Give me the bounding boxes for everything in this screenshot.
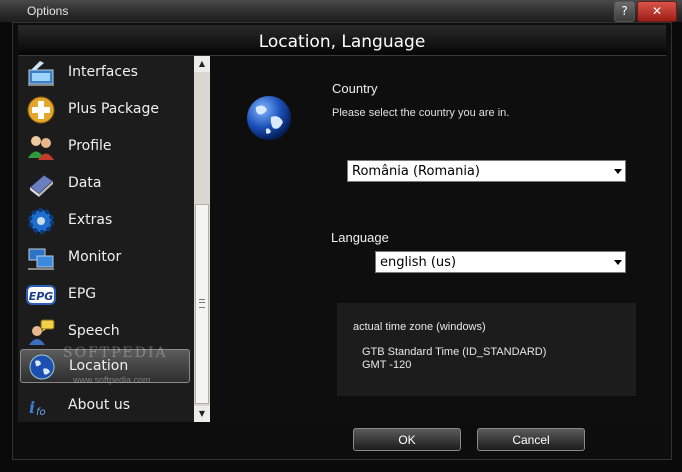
profile-icon [28,136,54,160]
chevron-down-icon [614,260,622,265]
sidebar-item-label: EPG [68,286,97,302]
info-icon: i fo [29,398,46,418]
svg-text:i: i [29,398,35,417]
sidebar-item-speech[interactable]: Speech [20,315,188,349]
sidebar-item-profile[interactable]: Profile [20,130,188,164]
sidebar-item-label: Monitor [68,249,122,265]
interfaces-icon [28,61,54,86]
epg-icon: EPG [26,285,56,305]
chevron-down-icon [614,169,622,174]
watermark-url: www.softpedia.com [73,375,151,385]
sidebar-item-epg[interactable]: EPG EPG [20,278,188,312]
country-select[interactable]: România (Romania) [347,160,626,182]
globe-icon [247,96,291,140]
language-label: Language [331,230,389,245]
sidebar-item-interfaces[interactable]: Interfaces [20,56,188,90]
title-bar: Options ? ✕ [0,0,682,22]
scroll-up-button[interactable]: ▲ [194,56,210,72]
country-hint: Please select the country you are in. [332,107,510,119]
sidebar-scrollbar[interactable]: ▲ ▼ [194,56,210,422]
sidebar-item-label: Interfaces [68,64,138,80]
sidebar-item-label: Speech [68,323,120,339]
timezone-name: GTB Standard Time (ID_STANDARD) [362,346,547,358]
cancel-button[interactable]: Cancel [477,428,585,451]
sidebar-item-about-us[interactable]: i fo About us [20,389,188,423]
location-globe-icon [29,354,55,380]
sidebar-item-data[interactable]: Data [20,167,188,201]
extras-icon [28,208,54,234]
speech-icon [29,319,55,345]
scroll-down-button[interactable]: ▼ [194,406,210,422]
page-header: Location, Language [18,25,666,56]
country-label: Country [332,81,378,96]
language-select[interactable]: english (us) [375,251,626,273]
plus-package-icon [27,96,55,124]
sidebar-item-extras[interactable]: Extras [20,204,188,238]
sidebar: Interfaces Plus Package Profile Data Ext… [18,56,194,422]
page-title: Location, Language [258,32,426,52]
watermark: SOFTPEDIA [63,345,168,361]
svg-text:fo: fo [36,407,46,418]
scroll-thumb[interactable] [195,204,209,404]
monitor-icon [28,248,54,270]
timezone-heading: actual time zone (windows) [353,321,486,333]
sidebar-item-label: About us [68,397,131,413]
sidebar-item-label: Extras [68,212,113,228]
scroll-grip-icon [199,299,205,308]
sidebar-item-label: Plus Package [68,101,159,117]
data-icon [29,174,54,197]
sidebar-item-label: Data [68,175,102,191]
close-button[interactable]: ✕ [637,1,677,22]
timezone-offset: GMT -120 [362,359,412,371]
sidebar-item-monitor[interactable]: Monitor [20,241,188,275]
ok-button[interactable]: OK [353,428,461,451]
language-select-value: english (us) [380,255,457,270]
country-select-value: România (Romania) [352,164,480,179]
sidebar-item-plus-package[interactable]: Plus Package [20,93,188,127]
help-button[interactable]: ? [614,1,635,22]
sidebar-item-label: Profile [68,138,112,154]
window-title: Options [27,4,69,18]
svg-text:EPG: EPG [29,290,54,303]
